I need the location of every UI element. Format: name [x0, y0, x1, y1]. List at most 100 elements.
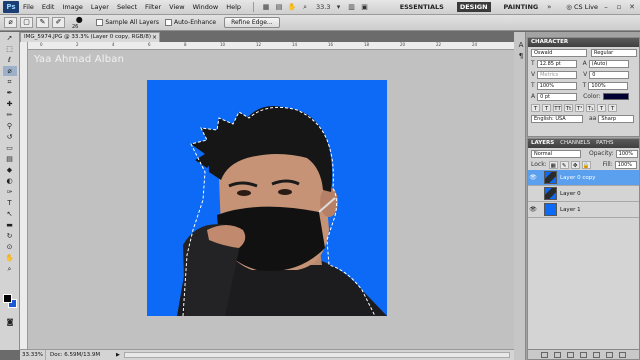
sample-all-layers-checkbox[interactable]: [96, 19, 104, 26]
faux-bold-button[interactable]: T: [531, 103, 540, 112]
hand-icon[interactable]: ✋: [287, 3, 297, 11]
menu-help[interactable]: Help: [226, 3, 241, 11]
arrange-icon[interactable]: ▥: [347, 3, 357, 11]
canvas-area[interactable]: Yaa Ahmad Alban: [28, 50, 514, 349]
eye-icon[interactable]: 👁: [528, 206, 538, 213]
quick-selection-tool-icon[interactable]: ⌀: [2, 66, 17, 76]
pen-tool-icon[interactable]: ✑: [3, 187, 17, 197]
new-layer-icon[interactable]: [606, 351, 613, 358]
add-mask-icon[interactable]: [567, 351, 574, 358]
zoom-tool-icon[interactable]: ⌕: [300, 3, 310, 11]
font-family-field[interactable]: Oswald: [531, 48, 587, 57]
menu-image[interactable]: Image: [62, 3, 82, 11]
menu-select[interactable]: Select: [117, 3, 137, 11]
lock-all-icon[interactable]: 🔒: [581, 160, 591, 169]
layer-row[interactable]: Layer 0: [528, 186, 639, 202]
tab-paths[interactable]: PATHS: [596, 139, 613, 148]
minibridge-icon[interactable]: ▤: [274, 3, 284, 11]
zoom-level[interactable]: 33.3: [316, 3, 330, 11]
lock-transparency-icon[interactable]: ▦: [548, 160, 558, 169]
layer-style-icon[interactable]: [554, 351, 561, 358]
panel-a-icon[interactable]: A: [514, 40, 528, 50]
menu-file[interactable]: File: [23, 3, 34, 11]
new-group-icon[interactable]: [593, 351, 600, 358]
eraser-tool-icon[interactable]: ▭: [3, 143, 17, 153]
underline-button[interactable]: T: [597, 103, 606, 112]
workspace-essentials[interactable]: ESSENTIALS: [397, 2, 447, 12]
menu-filter[interactable]: Filter: [145, 3, 161, 11]
move-tool-icon[interactable]: ➚: [3, 33, 17, 43]
strikethrough-button[interactable]: T: [608, 103, 617, 112]
marquee-tool-icon[interactable]: ⬚: [3, 44, 17, 54]
new-selection-icon[interactable]: ▢: [20, 17, 33, 28]
bridge-icon[interactable]: ▦: [261, 3, 271, 11]
layer-row[interactable]: 👁 Layer 1: [528, 202, 639, 218]
leading-field[interactable]: (Auto): [588, 59, 629, 68]
all-caps-button[interactable]: TT: [553, 103, 562, 112]
minimize-icon[interactable]: –: [601, 3, 611, 11]
tab-channels[interactable]: CHANNELS: [560, 139, 590, 148]
font-style-field[interactable]: Regular: [591, 48, 637, 57]
tracking-field[interactable]: 0: [589, 70, 630, 79]
kerning-field[interactable]: Metrics: [537, 70, 578, 79]
brush-picker[interactable]: ● 26: [72, 15, 86, 30]
subtract-selection-icon[interactable]: ✐: [52, 17, 65, 28]
gradient-tool-icon[interactable]: ▤: [3, 154, 17, 164]
link-layers-icon[interactable]: [541, 351, 548, 358]
trash-icon[interactable]: [619, 351, 626, 358]
workspace-design[interactable]: DESIGN: [456, 2, 491, 12]
restore-icon[interactable]: ▫: [614, 3, 624, 11]
close-icon[interactable]: ×: [152, 33, 157, 42]
superscript-button[interactable]: T¹: [575, 103, 584, 112]
brush-tool-icon[interactable]: ✏: [3, 110, 17, 120]
horizontal-scale-field[interactable]: 100%: [588, 81, 629, 90]
workspace-painting[interactable]: PAINTING: [501, 2, 542, 12]
paragraph-icon[interactable]: ¶: [514, 51, 528, 61]
history-brush-tool-icon[interactable]: ↺: [3, 132, 17, 142]
blend-mode-select[interactable]: Normal: [531, 149, 581, 158]
healing-tool-icon[interactable]: ✚: [3, 99, 17, 109]
chevron-right-icon[interactable]: »: [544, 3, 554, 11]
tab-layers[interactable]: LAYERS: [531, 139, 554, 148]
status-zoom[interactable]: 33.33%: [20, 350, 46, 360]
eyedropper-tool-icon[interactable]: ✒: [3, 88, 17, 98]
lock-position-icon[interactable]: ✥: [570, 160, 580, 169]
3d-rotate-tool-icon[interactable]: ↻: [3, 231, 17, 241]
auto-enhance-checkbox[interactable]: [164, 19, 172, 26]
layer-row[interactable]: 👁 Layer 0 copy: [528, 170, 639, 186]
status-menu-icon[interactable]: ▶: [116, 350, 120, 360]
opacity-field[interactable]: 100%: [615, 149, 638, 158]
eye-icon[interactable]: 👁: [528, 174, 538, 181]
close-icon[interactable]: ✕: [627, 3, 637, 11]
lock-pixels-icon[interactable]: ✎: [559, 160, 569, 169]
document-tab[interactable]: IMG_5974.JPG @ 33.3% (Layer 0 copy, RGB/…: [20, 32, 160, 42]
clone-stamp-tool-icon[interactable]: ⚲: [3, 121, 17, 131]
character-tab[interactable]: CHARACTER: [531, 38, 568, 47]
language-field[interactable]: English: USA: [531, 114, 583, 123]
antialias-field[interactable]: Sharp: [598, 114, 635, 123]
adjustment-layer-icon[interactable]: [580, 351, 587, 358]
shape-tool-icon[interactable]: ▬: [3, 220, 17, 230]
screen-mode-icon[interactable]: ▣: [360, 3, 370, 11]
menu-view[interactable]: View: [169, 3, 184, 11]
cs-live-button[interactable]: ◎ CS Live: [566, 3, 598, 11]
fill-field[interactable]: 100%: [614, 160, 637, 169]
quick-selection-tool-icon[interactable]: ⌀: [4, 17, 17, 28]
type-tool-icon[interactable]: T: [3, 198, 17, 208]
foreground-color-swatch[interactable]: [3, 294, 12, 303]
baseline-shift-field[interactable]: 0 pt: [537, 92, 578, 101]
menu-window[interactable]: Window: [193, 3, 219, 11]
small-caps-button[interactable]: Tt: [564, 103, 573, 112]
dodge-tool-icon[interactable]: ◐: [3, 176, 17, 186]
chevron-down-icon[interactable]: ▾: [334, 3, 344, 11]
vertical-scale-field[interactable]: 100%: [536, 81, 577, 90]
quick-mask-icon[interactable]: ◙: [3, 317, 17, 327]
refine-edge-button[interactable]: Refine Edge...: [224, 17, 280, 28]
lasso-tool-icon[interactable]: ℓ: [3, 55, 17, 65]
path-selection-tool-icon[interactable]: ↖: [3, 209, 17, 219]
color-swatches[interactable]: [3, 294, 18, 309]
hand-tool-icon[interactable]: ✋: [3, 253, 17, 263]
zoom-tool-icon[interactable]: ⌕: [3, 264, 17, 274]
faux-italic-button[interactable]: T: [542, 103, 551, 112]
menu-edit[interactable]: Edit: [42, 3, 55, 11]
